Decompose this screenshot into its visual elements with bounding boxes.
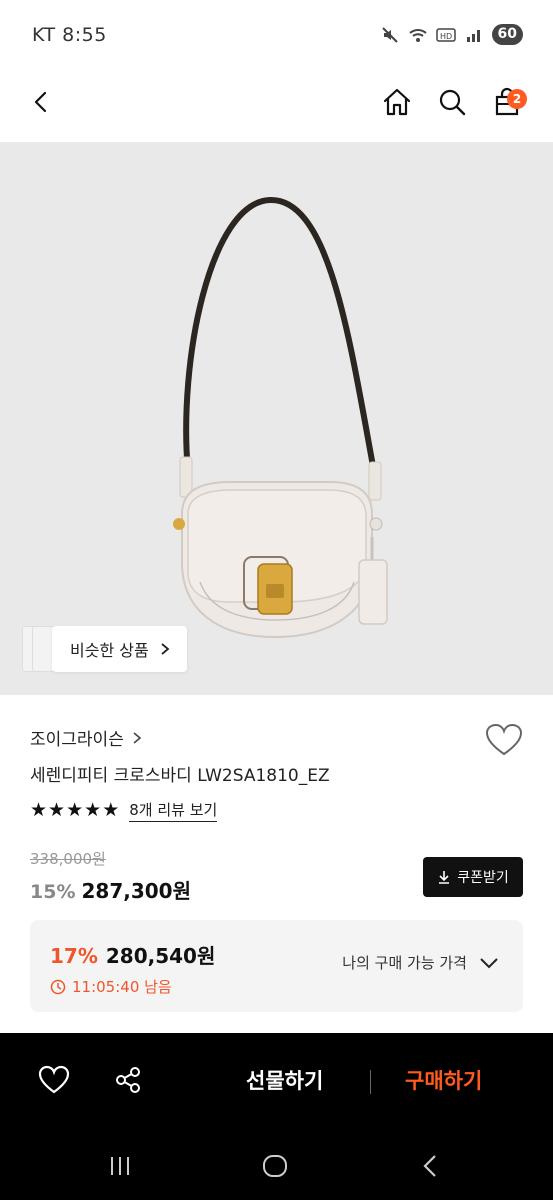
svg-text:HD: HD xyxy=(440,32,452,41)
chevron-left-icon xyxy=(34,91,47,113)
app-header: 2 xyxy=(0,70,553,142)
discount-percent: 15% xyxy=(30,881,76,903)
my-price-toggle[interactable]: 나의 구매 가능 가격 xyxy=(342,952,499,973)
wifi-icon xyxy=(408,25,428,45)
back-button[interactable] xyxy=(22,82,62,122)
star-icon: ★ xyxy=(102,799,120,821)
share-icon xyxy=(116,1067,140,1093)
my-price-row: 17% 280,540원 xyxy=(50,940,215,969)
rating-stars: ★ ★ ★ ★ ★ xyxy=(30,801,119,820)
cart-count-badge: 2 xyxy=(507,89,527,109)
star-icon: ★ xyxy=(66,799,84,821)
timer-text: 11:05:40 남음 xyxy=(72,978,172,996)
my-price-box[interactable]: 17% 280,540원 11:05:40 남음 나의 구매 가능 가격 xyxy=(30,920,523,1012)
coupon-label: 쿠폰받기 xyxy=(457,870,509,886)
search-icon xyxy=(439,89,466,116)
mute-icon xyxy=(380,25,400,45)
status-bar: KT 8:55 HD 60 xyxy=(0,0,553,70)
back-nav-button[interactable] xyxy=(417,1152,445,1180)
star-icon: ★ xyxy=(48,799,66,821)
recent-apps-icon xyxy=(111,1157,129,1175)
clock-icon xyxy=(50,979,66,994)
review-link[interactable]: 8개 리뷰 보기 xyxy=(129,799,218,822)
signal-icon xyxy=(464,25,484,45)
heart-icon xyxy=(38,1065,70,1094)
similar-products-button[interactable]: 비슷한 상품 xyxy=(52,626,187,672)
share-button[interactable] xyxy=(113,1065,147,1099)
wishlist-bar-button[interactable] xyxy=(38,1065,72,1099)
handbag-illustration xyxy=(173,196,388,639)
sale-price: 287,300원 xyxy=(81,879,191,903)
heart-icon xyxy=(485,723,523,756)
chevron-right-icon xyxy=(161,643,170,655)
home-circle-icon xyxy=(263,1155,287,1177)
back-arrow-icon xyxy=(423,1155,436,1177)
hd-icon: HD xyxy=(435,25,456,45)
brand-link[interactable]: 조이그라이슨 xyxy=(30,725,142,750)
status-carrier-time: KT 8:55 xyxy=(32,24,107,46)
similar-products-label: 비슷한 상품 xyxy=(70,641,149,660)
my-price-label: 나의 구매 가능 가격 xyxy=(342,954,467,972)
countdown-timer: 11:05:40 남음 xyxy=(50,976,172,997)
product-image[interactable]: 비슷한 상품 xyxy=(0,142,553,695)
purchase-action-bar: 선물하기 구매하기 xyxy=(0,1033,553,1130)
gift-button[interactable]: 선물하기 xyxy=(246,1065,323,1095)
original-price: 338,000원 xyxy=(30,850,106,868)
product-name: 세렌디피티 크로스바디 LW2SA1810_EZ xyxy=(30,766,330,786)
home-nav-button[interactable] xyxy=(261,1152,289,1180)
battery-indicator: 60 xyxy=(491,24,523,45)
star-icon: ★ xyxy=(84,799,102,821)
chevron-right-icon xyxy=(133,731,142,744)
divider xyxy=(370,1070,371,1094)
star-icon: ★ xyxy=(30,799,48,821)
sale-price-row: 15% 287,300원 xyxy=(30,875,191,904)
download-icon xyxy=(439,871,450,884)
recent-apps-button[interactable] xyxy=(106,1152,134,1180)
chevron-down-icon xyxy=(480,957,498,968)
brand-name: 조이그라이슨 xyxy=(30,730,124,750)
home-button[interactable] xyxy=(377,82,417,122)
my-price: 280,540원 xyxy=(105,944,216,968)
buy-button[interactable]: 구매하기 xyxy=(405,1065,482,1095)
wishlist-button[interactable] xyxy=(485,723,523,759)
cart-button[interactable]: 2 xyxy=(487,82,527,122)
status-icons: HD 60 xyxy=(380,24,523,45)
rating-row: ★ ★ ★ ★ ★ 8개 리뷰 보기 xyxy=(30,799,218,822)
home-icon xyxy=(383,88,411,116)
search-button[interactable] xyxy=(432,82,472,122)
my-discount-percent: 17% xyxy=(50,944,98,968)
system-nav-bar xyxy=(0,1130,553,1200)
coupon-button[interactable]: 쿠폰받기 xyxy=(423,857,523,897)
